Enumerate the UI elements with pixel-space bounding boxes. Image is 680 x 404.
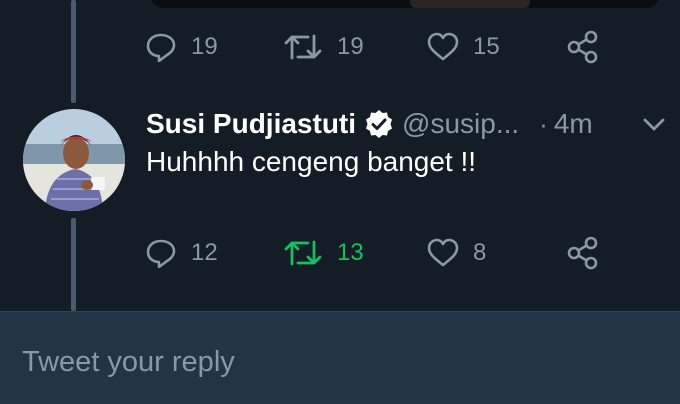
thread-line-bottom bbox=[71, 218, 76, 311]
retweet-button[interactable]: 13 bbox=[283, 236, 364, 270]
like-count: 15 bbox=[473, 33, 500, 60]
retweet-count: 13 bbox=[337, 239, 364, 266]
avatar-image bbox=[23, 109, 125, 211]
tweet-header: Susi Pudjiastuti @susip... · 4m bbox=[146, 104, 593, 144]
reply-button[interactable]: 12 bbox=[145, 236, 218, 270]
previous-tweet-media[interactable] bbox=[150, 0, 660, 8]
share-button[interactable] bbox=[566, 236, 600, 270]
reply-icon bbox=[146, 33, 176, 62]
like-icon bbox=[427, 32, 459, 61]
retweet-button[interactable]: 19 bbox=[283, 30, 364, 64]
reply-button[interactable]: 19 bbox=[145, 30, 218, 64]
retweet-icon bbox=[284, 34, 322, 60]
share-icon bbox=[567, 236, 598, 270]
like-icon bbox=[427, 238, 459, 267]
retweet-count: 19 bbox=[337, 33, 364, 60]
tweet-timestamp[interactable]: 4m bbox=[554, 108, 593, 140]
reply-composer: Tweet your reply bbox=[0, 311, 680, 404]
media-content bbox=[410, 0, 530, 8]
tweet-menu-button[interactable] bbox=[641, 113, 667, 140]
reply-count: 19 bbox=[191, 33, 218, 60]
chevron-down-icon bbox=[643, 118, 665, 131]
verified-badge-icon bbox=[364, 109, 394, 139]
reply-icon bbox=[146, 239, 176, 268]
reply-count: 12 bbox=[191, 239, 218, 266]
tweet-text: Huhhhh cengeng banget !! bbox=[146, 146, 477, 177]
share-button[interactable] bbox=[566, 30, 600, 64]
thread-line-top bbox=[71, 0, 76, 103]
author-handle[interactable]: @susip... bbox=[402, 108, 519, 140]
retweet-icon bbox=[284, 240, 322, 266]
author-name[interactable]: Susi Pudjiastuti bbox=[146, 108, 356, 140]
reply-input[interactable]: Tweet your reply bbox=[22, 342, 642, 382]
share-icon bbox=[567, 30, 598, 64]
separator-dot: · bbox=[539, 108, 548, 139]
like-count: 8 bbox=[473, 239, 487, 266]
like-button[interactable]: 15 bbox=[427, 30, 500, 64]
like-button[interactable]: 8 bbox=[427, 236, 486, 270]
avatar[interactable] bbox=[23, 109, 125, 211]
